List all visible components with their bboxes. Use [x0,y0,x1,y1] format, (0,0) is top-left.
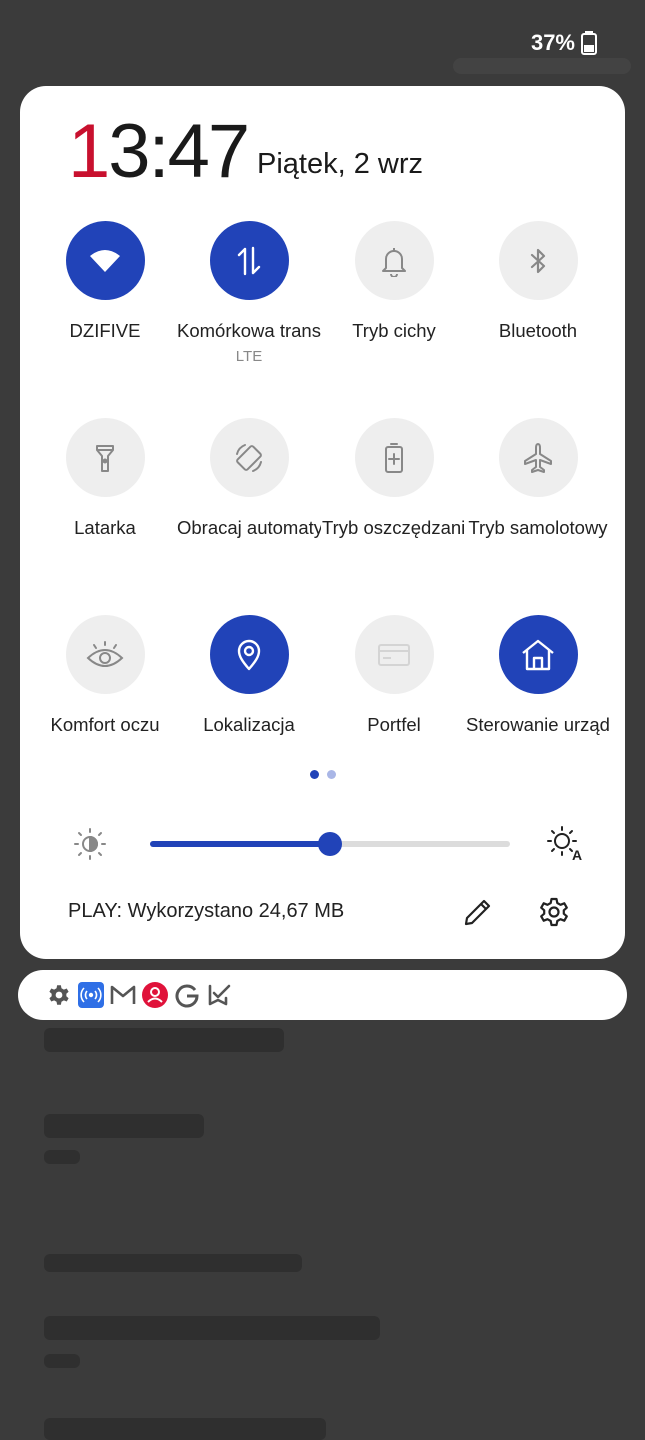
tile-circle[interactable] [498,418,578,497]
tile-label: Lokalizacja [203,714,295,735]
gmail-icon [110,982,136,1008]
tile-circle[interactable] [354,418,434,497]
tile-device-controls[interactable]: Sterowanie urządzeniami [466,615,610,736]
tile-circle[interactable] [209,418,289,497]
background-content [44,1254,302,1272]
quick-settings-panel: 13:47 Piątek, 2 wrz DZIFIVE Komórkowa tr… [20,86,625,959]
background-content [44,1354,80,1368]
tile-battery-saver[interactable]: Tryb oszczędzania baterii [322,418,466,539]
page-dot-active[interactable] [310,770,319,779]
tile-sublabel: LTE [235,348,263,365]
tile-label: Komórkowa transmisja danych [177,320,321,341]
gear-icon [540,897,568,927]
tile-label: Obracaj automatycznie [177,517,321,538]
background-content [44,1150,80,1164]
status-blur [453,58,631,74]
tile-eye-comfort[interactable]: Komfort oczu [33,615,177,736]
data-usage-text[interactable]: PLAY: Wykorzystano 24,67 MB [68,900,344,923]
tile-circle[interactable] [498,221,578,300]
wifi-icon [90,249,120,272]
brightness-slider-thumb[interactable] [318,832,342,856]
tile-label: Tryb samolotowy [468,517,608,538]
gear-icon [46,982,72,1008]
status-battery: 37% [531,30,597,56]
tile-circle[interactable] [354,615,434,694]
tile-mobile-data[interactable]: Komórkowa transmisja danych LTE [177,221,321,365]
flashlight-icon [96,444,114,472]
tile-label: Tryb oszczędzania baterii [322,517,466,538]
tile-label: Komfort oczu [50,714,160,735]
tile-label: Sterowanie urządzeniami [466,714,610,735]
settings-button[interactable] [536,894,572,930]
tile-label: Portfel [367,714,421,735]
tasks-icon [206,982,232,1008]
hotspot-icon [78,982,104,1008]
mobile-data-icon [237,246,261,275]
tile-label: Latarka [74,517,136,538]
tile-location[interactable]: Lokalizacja [177,615,321,736]
battery-icon [581,31,597,55]
clock-first-digit: 1 [68,109,110,194]
brightness-slider[interactable] [150,832,510,856]
background-content [44,1316,380,1340]
background-content [44,1418,326,1440]
home-icon [522,639,554,670]
tile-silent-mode[interactable]: Tryb cichy [322,221,466,342]
notification-bar[interactable] [18,970,627,1020]
brightness-row: A [70,824,585,864]
tile-label: Bluetooth [498,320,578,341]
clock-time: 3:47 [108,109,250,194]
tile-circle[interactable] [354,221,434,300]
tile-circle[interactable] [209,221,289,300]
tile-airplane-mode[interactable]: Tryb samolotowy [466,418,610,539]
edit-button[interactable] [460,894,496,930]
battery-saver-icon [385,442,403,473]
eye-icon [86,640,124,667]
brightness-low-icon [74,828,106,860]
tile-label: Tryb cichy [352,320,436,341]
location-icon [237,639,261,670]
date: Piątek, 2 wrz [257,148,423,180]
pencil-icon [464,899,491,926]
page-dot[interactable] [327,770,336,779]
tile-circle[interactable] [65,615,145,694]
tile-circle[interactable] [498,615,578,694]
bluetooth-icon [530,248,546,273]
svg-text:A: A [572,847,582,862]
tile-wallet[interactable]: Portfel [322,615,466,736]
background-content [44,1028,284,1052]
brightness-auto-icon[interactable]: A [546,824,584,862]
tile-label: DZIFIVE [69,320,141,341]
tile-circle[interactable] [209,615,289,694]
google-icon [174,982,200,1008]
tile-flashlight[interactable]: Latarka [33,418,177,539]
background-content [44,1114,204,1138]
wallet-icon [378,643,410,666]
tile-bluetooth[interactable]: Bluetooth [466,221,610,342]
account-icon [142,982,168,1008]
tile-circle[interactable] [65,418,145,497]
page-indicator [310,770,336,779]
bell-icon [382,247,406,277]
battery-percent: 37% [530,30,575,55]
clock: 13:47 [68,114,250,190]
auto-rotate-icon [236,443,262,472]
tile-circle[interactable] [65,221,145,300]
airplane-icon [524,442,552,473]
brightness-slider-fill [150,841,330,847]
tile-auto-rotate[interactable]: Obracaj automatycznie [177,418,321,539]
tile-wifi[interactable]: DZIFIVE [33,221,177,342]
